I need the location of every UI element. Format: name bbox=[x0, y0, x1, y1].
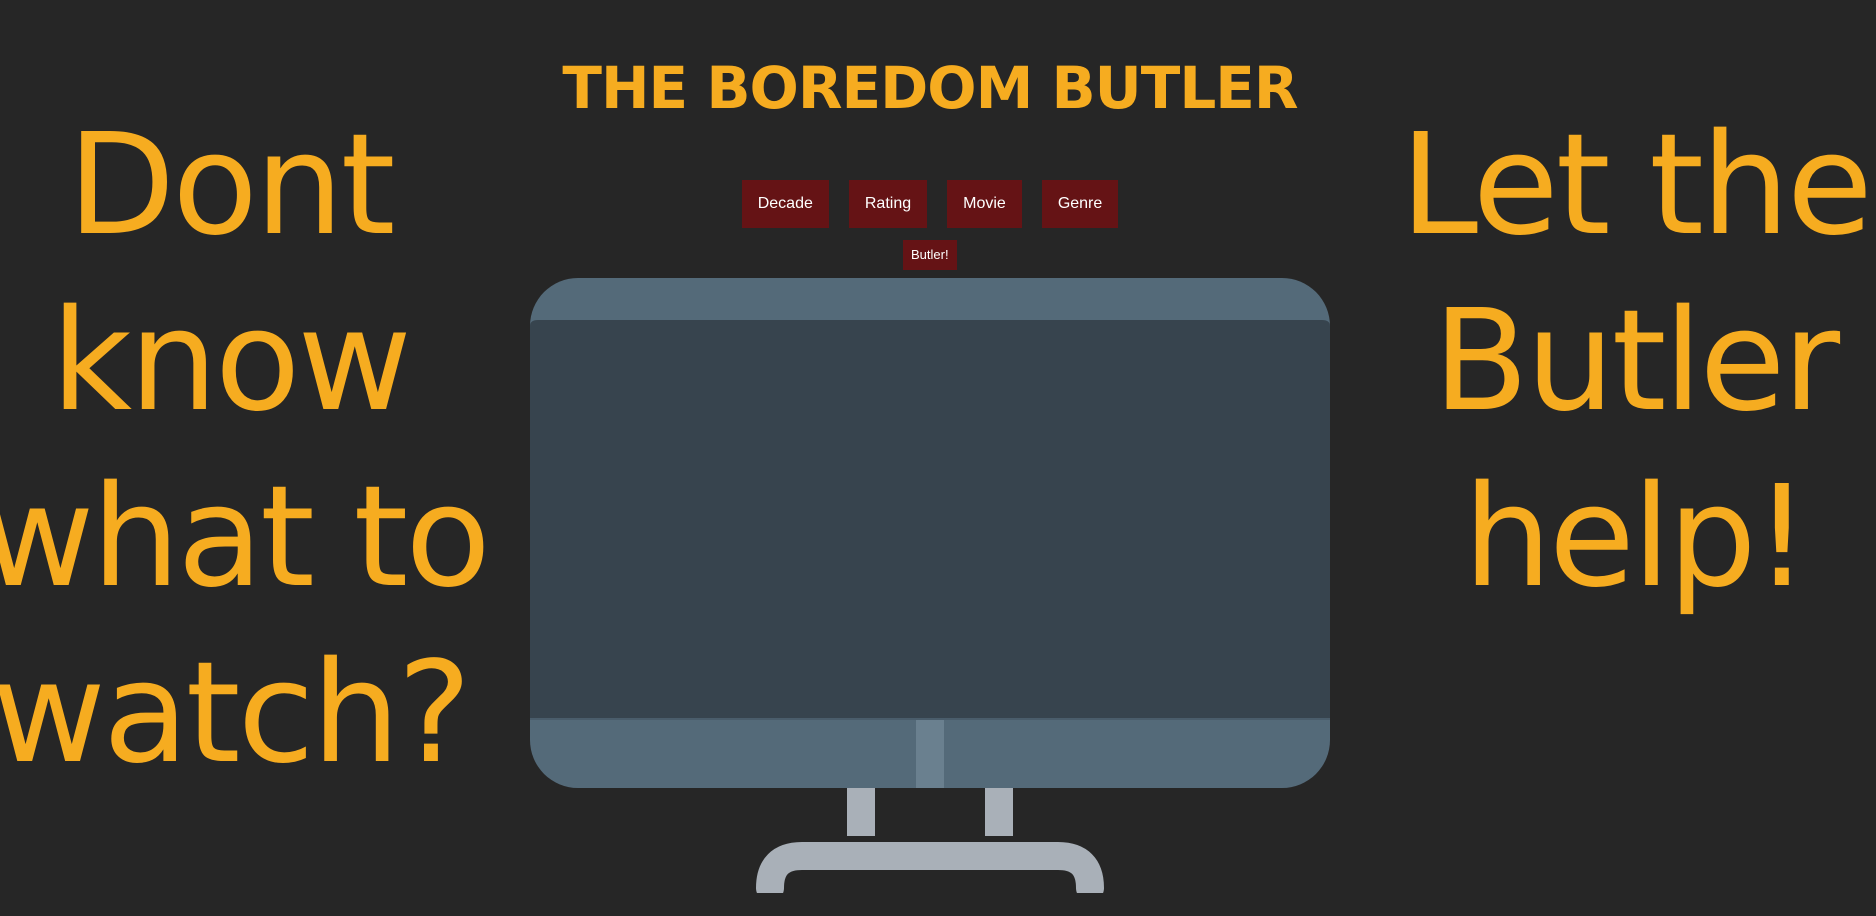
right-tagline-line: help! bbox=[1463, 456, 1810, 619]
tv-screen bbox=[530, 320, 1330, 718]
filter-menu: Decade Rating Movie Genre bbox=[0, 180, 1860, 228]
movie-button[interactable]: Movie bbox=[947, 180, 1022, 228]
tv-stand-leg-right bbox=[985, 786, 1013, 836]
butler-button[interactable]: Butler! bbox=[903, 240, 957, 270]
left-tagline-line: what to bbox=[0, 456, 491, 619]
genre-button[interactable]: Genre bbox=[1041, 180, 1119, 228]
rating-button[interactable]: Rating bbox=[848, 180, 928, 228]
tv-stand-leg-left bbox=[847, 786, 875, 836]
decade-button[interactable]: Decade bbox=[741, 180, 829, 228]
left-tagline-line: know bbox=[51, 280, 412, 443]
left-tagline-line: watch? bbox=[0, 632, 472, 795]
television-icon bbox=[530, 278, 1330, 902]
right-tagline: Let the Butler help! bbox=[1385, 98, 1876, 626]
tv-power-strip bbox=[916, 720, 944, 788]
right-tagline-line: Butler bbox=[1432, 280, 1840, 443]
page: THE BOREDOM BUTLER Dont know what to wat… bbox=[0, 0, 1876, 916]
tv-stand-base bbox=[756, 842, 1104, 902]
